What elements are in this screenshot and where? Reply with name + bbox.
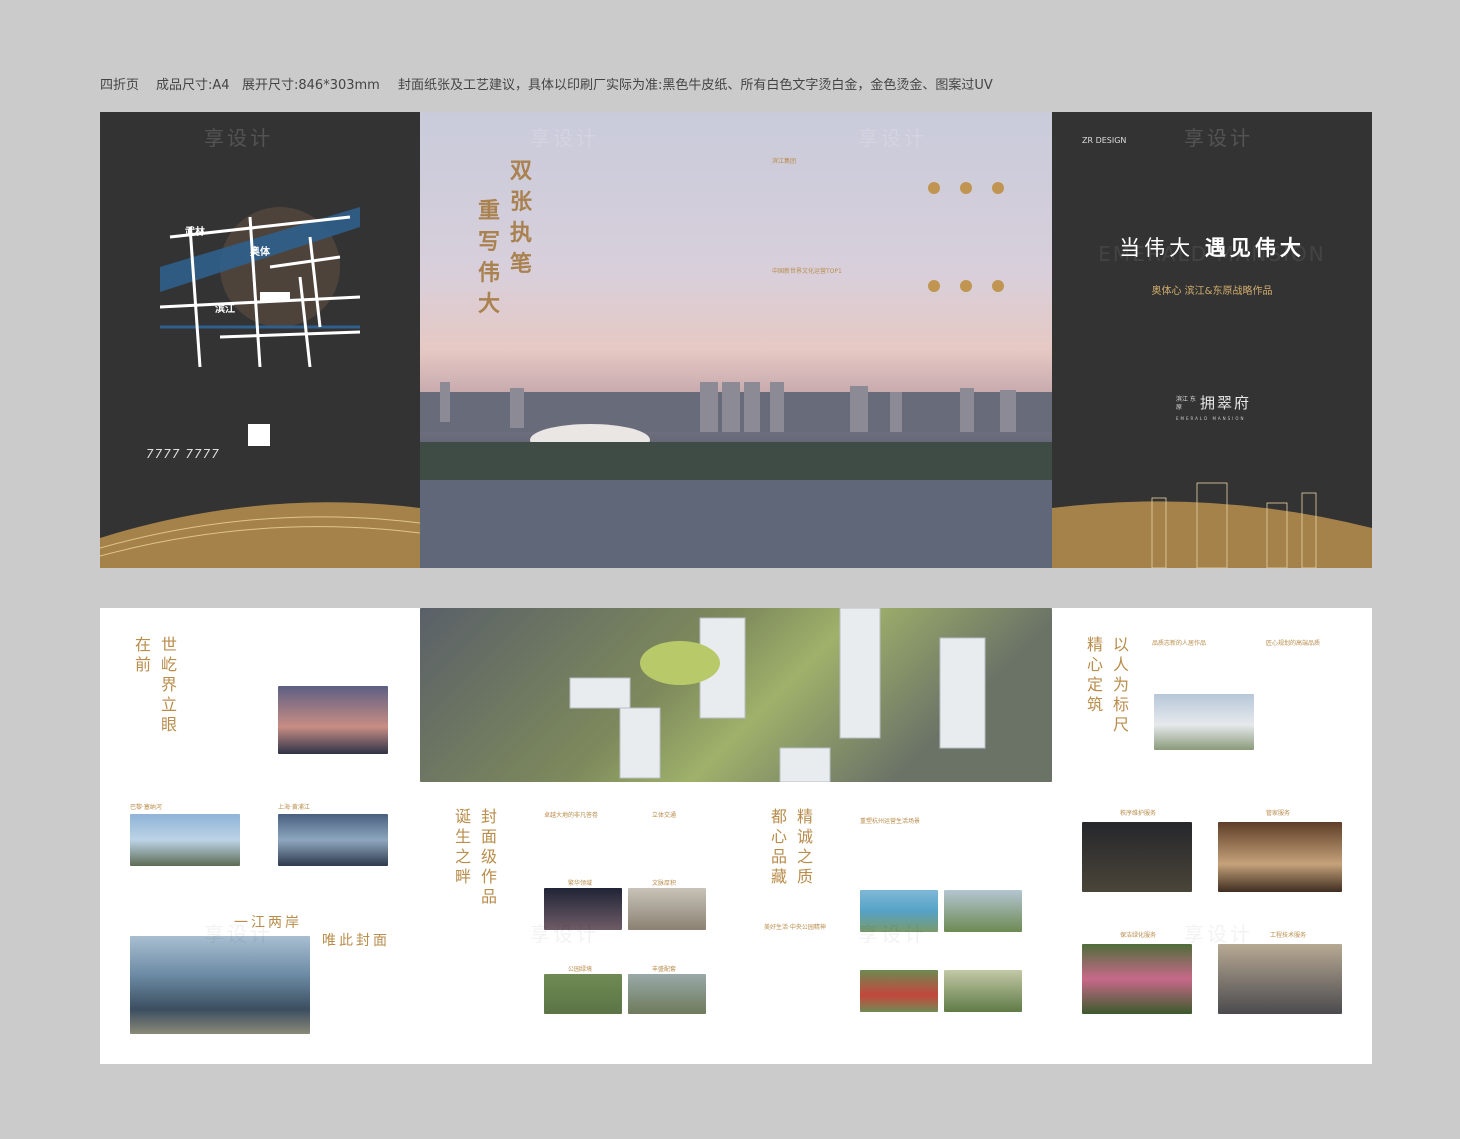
inner-panel-1: 世屹界立眼在前 巴黎·塞纳河 上海·黄浦江 一江两岸 唯此封面 bbox=[100, 608, 420, 1064]
badge-dot bbox=[992, 280, 1004, 292]
brand-name: 拥翠府 bbox=[1200, 394, 1252, 412]
caption-excellent: 卓越大地的非凡答卷 bbox=[544, 812, 599, 819]
playground-photo bbox=[860, 970, 938, 1012]
badge-dot bbox=[992, 182, 1004, 194]
panel3-heading1: 滨江集团 bbox=[772, 158, 797, 165]
sunset-photo bbox=[278, 686, 388, 754]
zr-logo: ZR DESIGN bbox=[1082, 136, 1127, 145]
gold-wave-decoration bbox=[100, 502, 420, 568]
caption-butler: 管家服务 bbox=[1266, 810, 1291, 817]
spec-size: 成品尺寸:A4 bbox=[156, 78, 230, 93]
caption-traffic: 立体交通 bbox=[652, 812, 677, 819]
brand-name-en: EMERALD MANSION bbox=[1176, 416, 1246, 421]
city-skyline-illustration bbox=[420, 382, 1052, 568]
security-photo bbox=[1082, 822, 1192, 892]
shanghai-photo bbox=[278, 814, 388, 866]
back-panel: 武林 奥体 滨江 7777 7777 bbox=[100, 112, 420, 568]
badge-dot bbox=[960, 182, 972, 194]
paris-photo bbox=[130, 814, 240, 866]
spec-note: 封面纸张及工艺建议，具体以印刷厂实际为准:黑色牛皮纸、所有白色文字烫白金，金色烫… bbox=[398, 78, 993, 93]
inner-spread: 世屹界立眼在前 巴黎·塞纳河 上海·黄浦江 一江两岸 唯此封面 封面级作品诞生之… bbox=[100, 608, 1372, 1064]
lawn-photo bbox=[944, 890, 1022, 932]
phone-number: 7777 7777 bbox=[146, 447, 220, 461]
watermark: 享设计 bbox=[1184, 922, 1253, 946]
cover-title: 当伟大 遇见伟大 bbox=[1119, 236, 1305, 260]
caption-security: 秩序维护服务 bbox=[1120, 810, 1157, 817]
panel1-vertical-title: 世屹界立眼在前 bbox=[132, 636, 177, 736]
badge-dot bbox=[928, 280, 940, 292]
caption-central-park: 美好生活·中央公园精神 bbox=[764, 924, 826, 931]
hangzhou-river-photo bbox=[130, 936, 310, 1034]
pool-photo bbox=[860, 890, 938, 932]
cover-subtitle: 奥体心 滨江&东原战略作品 bbox=[1151, 286, 1273, 297]
caption-engineering: 工程技术服务 bbox=[1270, 932, 1307, 939]
one-river-heading: 一江两岸 bbox=[234, 915, 302, 931]
panel2-vertical-title: 封面级作品诞生之畔 bbox=[452, 808, 497, 908]
cover-panel: ZR DESIGN EMERALD MANSION 当伟大 遇见伟大 奥体心 滨… bbox=[1052, 112, 1372, 568]
panel4-vertical-title: 以人为标尺精心定筑 bbox=[1084, 636, 1129, 736]
garden-photo bbox=[1082, 944, 1192, 1014]
amenity-photo bbox=[628, 974, 706, 1014]
caption-lifestyle: 重塑杭州运营生活场景 bbox=[860, 818, 921, 825]
calligraphy-col2: 重写伟大 bbox=[478, 198, 501, 317]
spec-open-size: 展开尺寸:846*303mm bbox=[242, 78, 380, 93]
badge-dot bbox=[928, 182, 940, 194]
caption-cleaning: 保洁绿化服务 bbox=[1120, 932, 1157, 939]
caption-amenities: 丰盛配套 bbox=[652, 966, 677, 973]
badge-dot bbox=[960, 280, 972, 292]
map-label-wulin: 武林 bbox=[185, 225, 206, 238]
library-photo bbox=[628, 888, 706, 930]
caption-planning: 匠心规划的高端品质 bbox=[1266, 640, 1321, 647]
unique-cover-heading: 唯此封面 bbox=[322, 933, 390, 949]
caption-quality: 品质志新的人居作品 bbox=[1152, 640, 1207, 647]
caption-shanghai: 上海·黄浦江 bbox=[278, 804, 310, 811]
panel3-vertical-title: 精诚之质都心品藏 bbox=[768, 808, 813, 888]
outer-spread: 武林 奥体 滨江 7777 7777 双张执笔 重写伟大 滨江集团 中国新世界文… bbox=[100, 112, 1372, 568]
night-street-photo bbox=[544, 888, 622, 930]
aerial-buildings-illustration bbox=[569, 608, 986, 782]
map-label-aoti: 奥体 bbox=[250, 245, 271, 258]
map-label-binjiang: 滨江 bbox=[215, 302, 235, 315]
caption-paris: 巴黎·塞纳河 bbox=[130, 804, 162, 811]
caption-park: 公园绿境 bbox=[568, 966, 593, 973]
panel3-heading2: 中国新世界文化运营TOP1 bbox=[772, 268, 842, 275]
caption-culture: 文脉厚积 bbox=[652, 880, 677, 887]
qr-code bbox=[248, 424, 270, 446]
location-map: 武林 奥体 滨江 bbox=[160, 207, 360, 367]
cover-skyline-decoration bbox=[1052, 482, 1372, 568]
caption-prosperity: 繁华领域 bbox=[568, 880, 593, 887]
building-photo bbox=[1154, 694, 1254, 750]
jogging-photo bbox=[944, 970, 1022, 1012]
park-photo bbox=[544, 974, 622, 1014]
engineering-photo bbox=[1218, 944, 1342, 1014]
spec-fold: 四折页 bbox=[100, 78, 140, 93]
brand-partner: 滨江 东原 bbox=[1176, 396, 1196, 411]
butler-photo bbox=[1218, 822, 1342, 892]
calligraphy-col1: 双张执笔 bbox=[510, 158, 533, 277]
